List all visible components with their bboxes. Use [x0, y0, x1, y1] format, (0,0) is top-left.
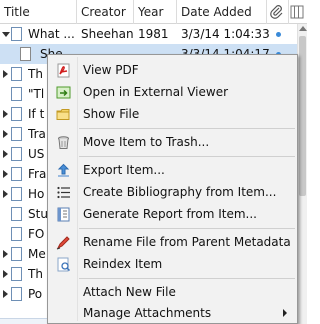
menu-item-generate-report[interactable]: Generate Report from Item...: [48, 203, 297, 225]
menu-item-label: Generate Report from Item...: [83, 207, 257, 221]
menu-item-label: Move Item to Trash...: [83, 135, 210, 149]
menu-item-move-to-trash[interactable]: Move Item to Trash...: [48, 131, 297, 153]
menu-item-label: Show File: [83, 107, 140, 121]
item-type-icon: [11, 127, 22, 141]
menu-separator: [79, 228, 295, 229]
document-icon: [11, 87, 22, 101]
expand-closed-icon[interactable]: [3, 70, 8, 78]
trash-icon: [58, 136, 69, 149]
item-type-icon: [11, 247, 22, 261]
menu-item-manage-attachments[interactable]: Manage Attachments: [48, 302, 297, 324]
menu-item-label: Rename File from Parent Metadata: [83, 235, 291, 249]
menu-item-label: Create Bibliography from Item...: [83, 185, 277, 199]
menu-item-label: Open in External Viewer: [83, 85, 229, 99]
item-type-icon: [11, 27, 22, 41]
submenu-arrow-icon: [283, 309, 287, 317]
open-external-icon: [56, 86, 71, 99]
expand-closed-icon[interactable]: [3, 270, 8, 278]
column-creator[interactable]: Creator: [77, 0, 134, 24]
bibliography-icon: [57, 186, 70, 199]
item-type-icon: [11, 67, 22, 81]
expand-closed-icon[interactable]: [3, 290, 8, 298]
scroll-thumb[interactable]: [299, 36, 306, 196]
document-icon: [11, 207, 22, 221]
expand-closed-icon[interactable]: [3, 150, 8, 158]
column-year[interactable]: Year: [134, 0, 177, 24]
menu-item-reindex-item[interactable]: Reindex Item: [48, 253, 297, 275]
menu-item-export-item[interactable]: Export Item...: [48, 159, 297, 181]
menu-item-view-pdf[interactable]: View PDF: [48, 59, 297, 81]
expand-closed-icon[interactable]: [3, 190, 8, 198]
folder-icon: [56, 109, 70, 120]
column-picker-icon: [290, 5, 304, 19]
menu-item-label: Attach New File: [83, 285, 176, 299]
column-picker[interactable]: [289, 0, 307, 24]
column-date-added[interactable]: Date Added: [177, 0, 267, 24]
item-type-icon: [11, 107, 22, 121]
menu-separator: [79, 128, 295, 129]
column-title[interactable]: Title: [0, 0, 77, 24]
scroll-up-arrow-icon[interactable]: [299, 26, 307, 31]
expand-closed-icon[interactable]: [3, 110, 8, 118]
column-header: Title Creator Year Date Added: [0, 0, 307, 24]
expand-open-icon[interactable]: [2, 32, 10, 37]
menu-item-create-bibliography[interactable]: Create Bibliography from Item...: [48, 181, 297, 203]
menu-item-attach-new-file[interactable]: Attach New File: [48, 281, 297, 303]
menu-item-rename-file[interactable]: Rename File from Parent Metadata: [48, 231, 297, 253]
item-type-icon: [11, 267, 22, 281]
rename-icon: [56, 236, 70, 250]
column-attachments[interactable]: [267, 0, 289, 24]
menu-item-label: Manage Attachments: [83, 306, 212, 320]
menu-item-label: Reindex Item: [83, 257, 163, 271]
menu-separator: [79, 278, 295, 279]
item-type-icon: [11, 167, 22, 181]
menu-separator: [79, 156, 295, 157]
paperclip-icon: [270, 5, 283, 19]
menu-item-label: Export Item...: [83, 163, 165, 177]
pdf-icon: [57, 63, 70, 78]
expand-closed-icon[interactable]: [3, 170, 8, 178]
row-title: What ...: [28, 27, 75, 41]
menu-item-show-file[interactable]: Show File: [48, 103, 297, 125]
expand-closed-icon[interactable]: [3, 250, 8, 258]
menu-item-open-external-viewer[interactable]: Open in External Viewer: [48, 81, 297, 103]
item-type-icon: [11, 147, 22, 161]
attachment-icon: [20, 47, 31, 61]
reindex-icon: [57, 257, 71, 272]
export-icon: [57, 163, 70, 177]
item-type-icon: [11, 287, 22, 301]
item-type-icon: [11, 187, 22, 201]
attachment-dot-icon: [276, 32, 281, 37]
context-menu: View PDF Open in External Viewer Show Fi…: [47, 54, 298, 324]
expand-closed-icon[interactable]: [3, 130, 8, 138]
menu-item-label: View PDF: [83, 63, 139, 77]
row-year: 1981: [138, 27, 169, 41]
row-date-added: 3/3/14 1:04:33: [181, 27, 270, 41]
table-row[interactable]: What ... Sheehan 1981 3/3/14 1:04:33: [0, 24, 297, 44]
vertical-scrollbar[interactable]: [297, 24, 307, 324]
report-icon: [57, 207, 70, 222]
document-icon: [11, 227, 22, 241]
row-creator: Sheehan: [81, 27, 134, 41]
